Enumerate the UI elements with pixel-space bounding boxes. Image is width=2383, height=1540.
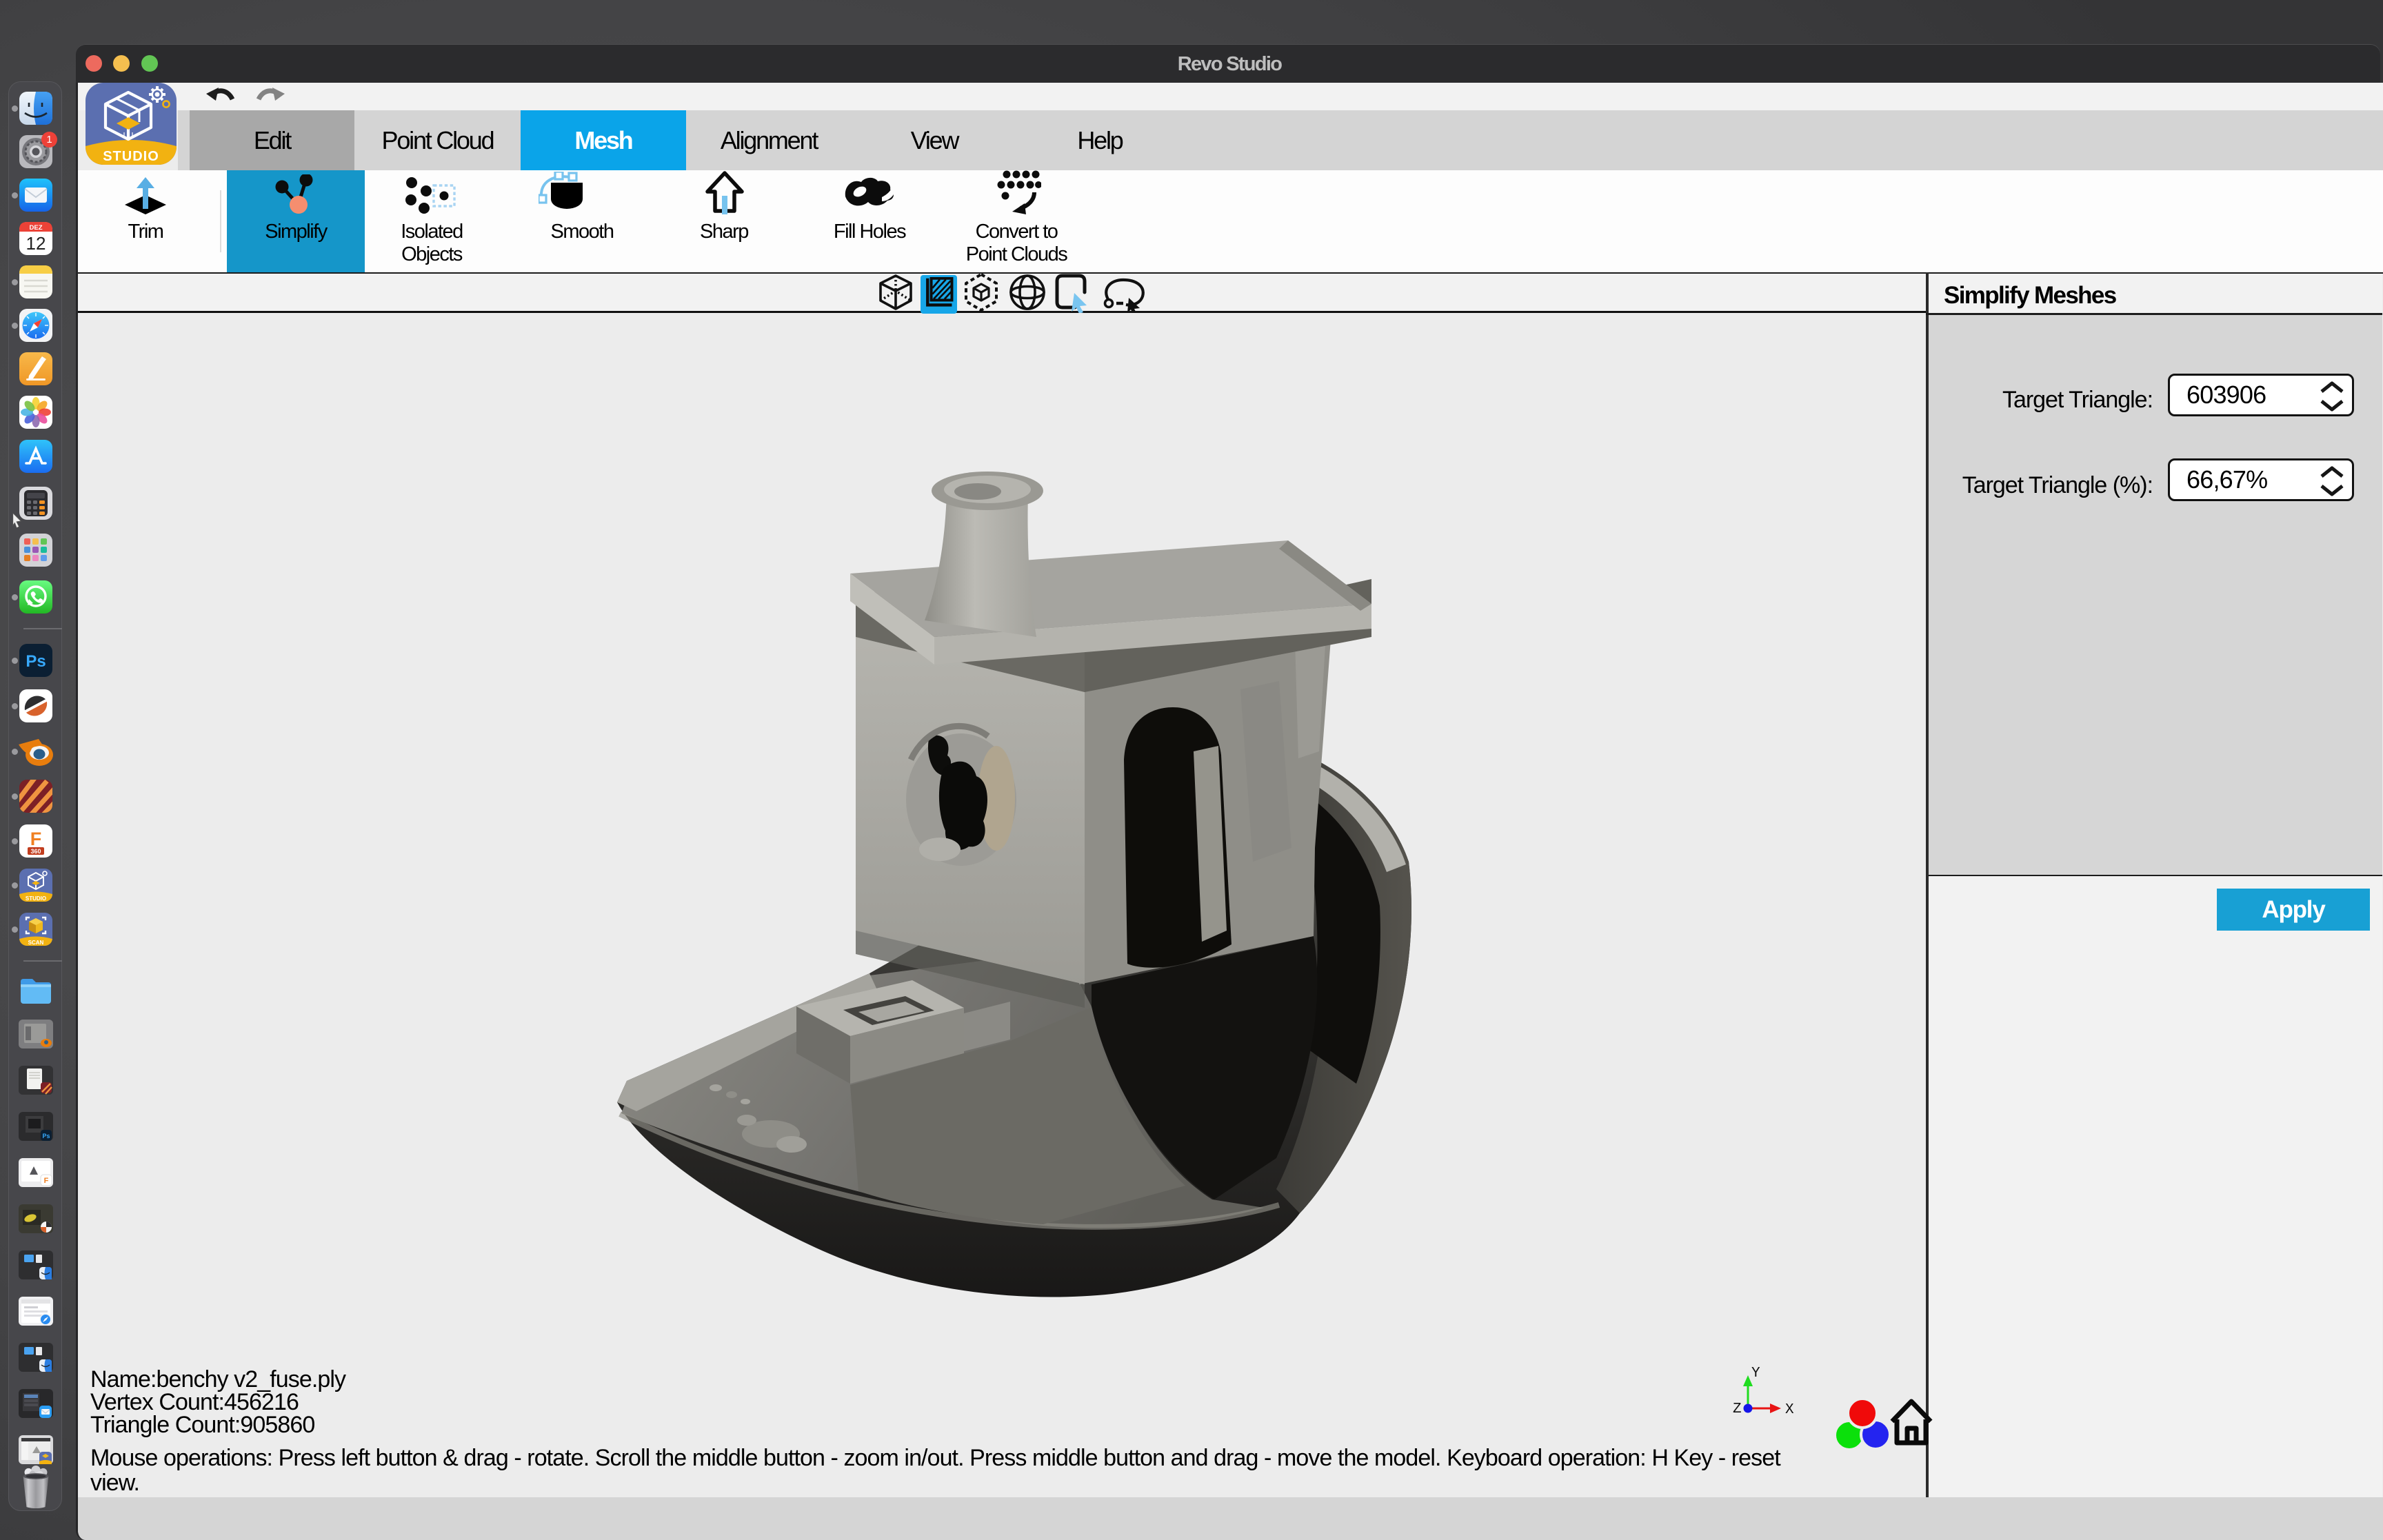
- svg-text:DEZ: DEZ: [30, 224, 43, 232]
- svg-text:Ps: Ps: [26, 652, 46, 671]
- svg-text:STUDIO: STUDIO: [26, 895, 46, 902]
- svg-text:STUDIO: STUDIO: [103, 149, 159, 164]
- svg-text:F: F: [44, 1177, 49, 1185]
- svg-text:360: 360: [30, 848, 41, 855]
- svg-text:Ps: Ps: [42, 1133, 50, 1139]
- svg-text:F: F: [30, 829, 42, 849]
- svg-text:Y: Y: [1751, 1366, 1760, 1381]
- svg-text:12: 12: [26, 233, 46, 254]
- svg-text:X: X: [1785, 1402, 1794, 1417]
- svg-text:Z: Z: [1733, 1401, 1742, 1417]
- svg-text:SCAN: SCAN: [28, 940, 44, 946]
